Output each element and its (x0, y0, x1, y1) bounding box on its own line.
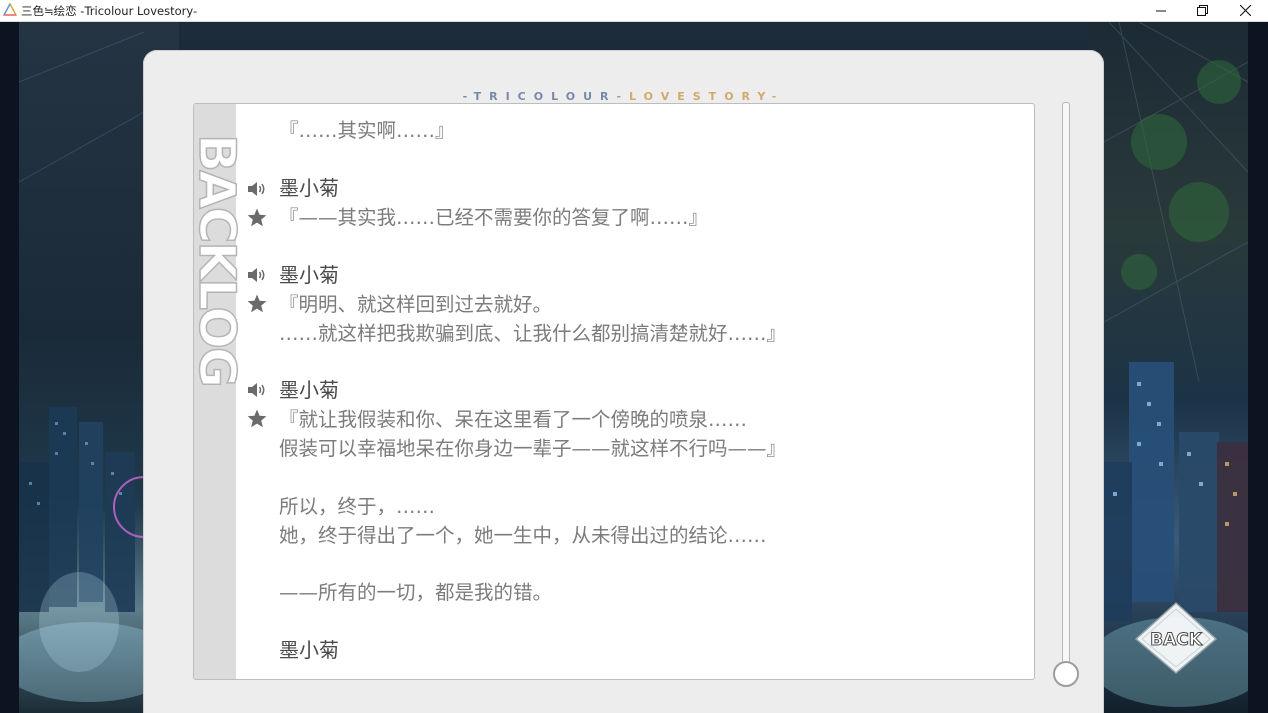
backlog-entry: 墨小菊 (279, 636, 1019, 665)
entry-line: ——所有的一切，都是我的错。 (279, 581, 553, 604)
star-icon[interactable] (247, 409, 267, 428)
minimize-button[interactable] (1139, 0, 1183, 21)
backlog-entry: 『……其实啊……』 (279, 116, 1019, 145)
brand-separator: - (616, 90, 630, 103)
brand-right: LOVESTORY- (629, 90, 785, 103)
backlog-text-area[interactable]: BACKLOG 『……其实啊……』 墨小菊 『——其实我……已经不需要你的答复了… (193, 103, 1035, 680)
entry-line: 『就让我假装和你、呆在这里看了一个傍晚的喷泉…… (279, 408, 748, 431)
brand-title: -TRICOLOUR-LOVESTORY- (143, 90, 1104, 103)
backlog-entry: 所以，终于，…… 她，终于得出了一个，她一生中，从未得出过的结论…… (279, 492, 1019, 550)
back-button-label: BACK (1150, 630, 1203, 650)
game-viewport: -TRICOLOUR-LOVESTORY- BACKLOG 『……其实啊……』 … (19, 22, 1248, 713)
entry-line: 『……其实啊……』 (279, 119, 455, 142)
star-icon[interactable] (247, 294, 267, 313)
restore-icon (1196, 5, 1208, 16)
speaker-icon[interactable] (247, 180, 267, 198)
back-button[interactable]: BACK (1132, 599, 1220, 677)
minimize-icon (1156, 10, 1166, 11)
backlog-label: BACKLOG (193, 133, 247, 386)
restore-button[interactable] (1180, 0, 1224, 21)
entry-speaker: 墨小菊 (279, 638, 339, 662)
backlog-entry: 墨小菊 『——其实我……已经不需要你的答复了啊……』 (279, 174, 1019, 232)
speaker-icon[interactable] (247, 381, 267, 399)
speaker-icon[interactable] (247, 266, 267, 284)
triangle-icon (3, 3, 17, 16)
backlog-side-strip: BACKLOG (194, 104, 247, 679)
window-titlebar: 三色≒绘恋 -Tricolour Lovestory- (0, 0, 1268, 22)
backlog-panel: -TRICOLOUR-LOVESTORY- BACKLOG 『……其实啊……』 … (143, 50, 1104, 713)
entry-speaker: 墨小菊 (279, 263, 339, 287)
window-title: 三色≒绘恋 -Tricolour Lovestory- (21, 4, 198, 18)
close-button[interactable] (1223, 0, 1267, 21)
close-icon (1239, 5, 1251, 16)
brand-left: -TRICOLOUR (462, 90, 617, 103)
backlog-entry: 墨小菊 『就让我假装和你、呆在这里看了一个傍晚的喷泉…… 假装可以幸福地呆在你身… (279, 376, 1019, 463)
entry-speaker: 墨小菊 (279, 176, 339, 200)
entry-line: 她，终于得出了一个，她一生中，从未得出过的结论…… (279, 524, 767, 547)
backlog-entry: ——所有的一切，都是我的错。 (279, 578, 1019, 607)
entry-speaker: 墨小菊 (279, 378, 339, 402)
entry-line: 『——其实我……已经不需要你的答复了啊……』 (279, 206, 709, 229)
entry-line: 所以，终于，…… (279, 495, 436, 518)
entry-line: 假装可以幸福地呆在你身边一辈子——就这样不行吗——』 (279, 437, 787, 460)
star-icon[interactable] (247, 208, 267, 227)
entry-line: 『明明、就这样回到过去就好。 (279, 293, 553, 316)
scrollbar-handle[interactable] (1053, 661, 1079, 687)
backlog-scrollbar[interactable] (1062, 102, 1070, 670)
entry-line: ……就这样把我欺骗到底、让我什么都别搞清楚就好……』 (279, 322, 787, 345)
backlog-entry: 墨小菊 『明明、就这样回到过去就好。 ……就这样把我欺骗到底、让我什么都别搞清楚… (279, 261, 1019, 348)
